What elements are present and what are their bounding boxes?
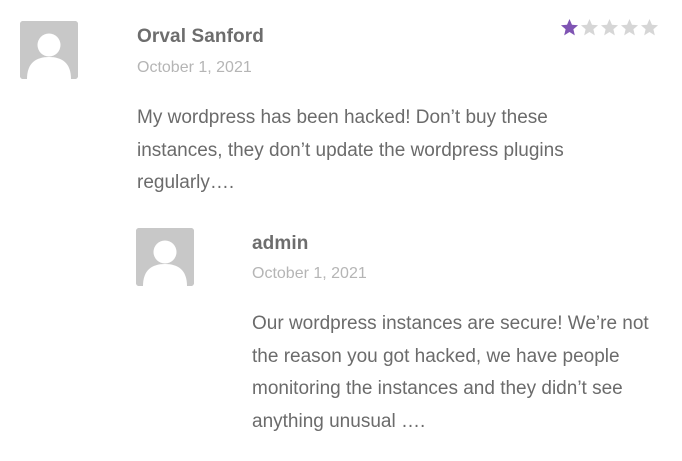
review: Orval Sanford October 1, 2021 My wordpre… [0, 0, 682, 200]
review-text: My wordpress has been hacked! Don’t buy … [137, 107, 564, 193]
star-rating [560, 18, 660, 38]
star-empty-icon [600, 18, 619, 36]
star-empty-icon [620, 18, 639, 36]
star-empty-icon [640, 18, 659, 36]
reply-author: admin [252, 233, 309, 254]
review-date: October 1, 2021 [137, 59, 252, 76]
star-filled-icon [560, 18, 579, 36]
default-user-avatar-icon [20, 21, 78, 79]
review-author: Orval Sanford [137, 26, 264, 47]
reply-date: October 1, 2021 [252, 265, 367, 282]
star-empty-icon [580, 18, 599, 36]
review-reply: admin October 1, 2021 Our wordpress inst… [0, 208, 682, 458]
reply-text: Our wordpress instances are secure! We’r… [252, 313, 649, 432]
reply-avatar [136, 228, 194, 286]
reviewer-avatar [20, 21, 78, 79]
default-user-avatar-icon [136, 228, 194, 286]
